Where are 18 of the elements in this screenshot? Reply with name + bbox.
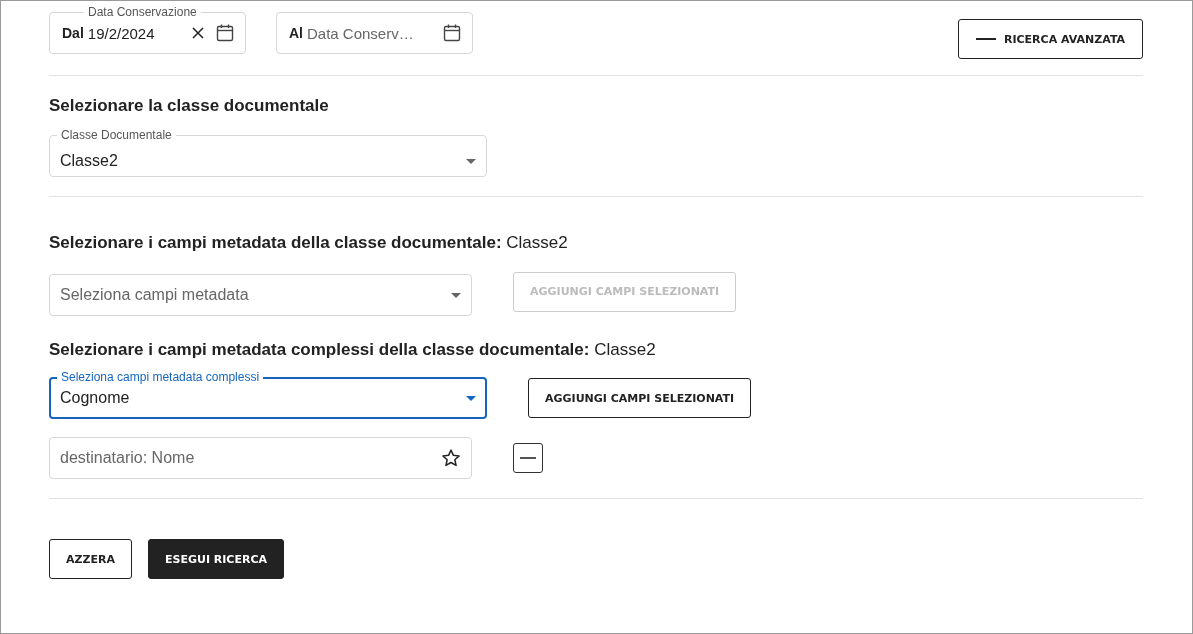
minus-icon	[520, 457, 536, 459]
caret-icon	[466, 395, 476, 401]
section-heading: Selezionare i campi metadata complessi della classe documentale: Classe2	[49, 340, 657, 360]
search-button[interactable]: ESEGUI RICERCA	[147, 539, 284, 579]
calendar-icon[interactable]	[442, 23, 462, 43]
remove-button[interactable]	[513, 443, 543, 473]
calendar-icon[interactable]	[215, 23, 235, 43]
star-icon[interactable]	[441, 448, 461, 468]
reset-button[interactable]: AZZERA	[49, 539, 132, 579]
close-icon[interactable]	[191, 26, 205, 40]
add-fields-button[interactable]: AGGIUNGI CAMPI SELEZIONATI	[528, 378, 752, 418]
advanced-search-button[interactable]: RICERCA AVANZATA	[958, 19, 1143, 59]
caret-icon	[466, 158, 476, 164]
section-heading: Selezionare i campi metadata della classe documentale: Classe2	[49, 233, 569, 253]
caret-icon	[451, 292, 461, 298]
minus-icon	[975, 38, 996, 40]
metadata-field[interactable]: destinatario: Nome	[49, 437, 472, 479]
section-heading: Selezionare la classe documentale	[49, 96, 330, 116]
